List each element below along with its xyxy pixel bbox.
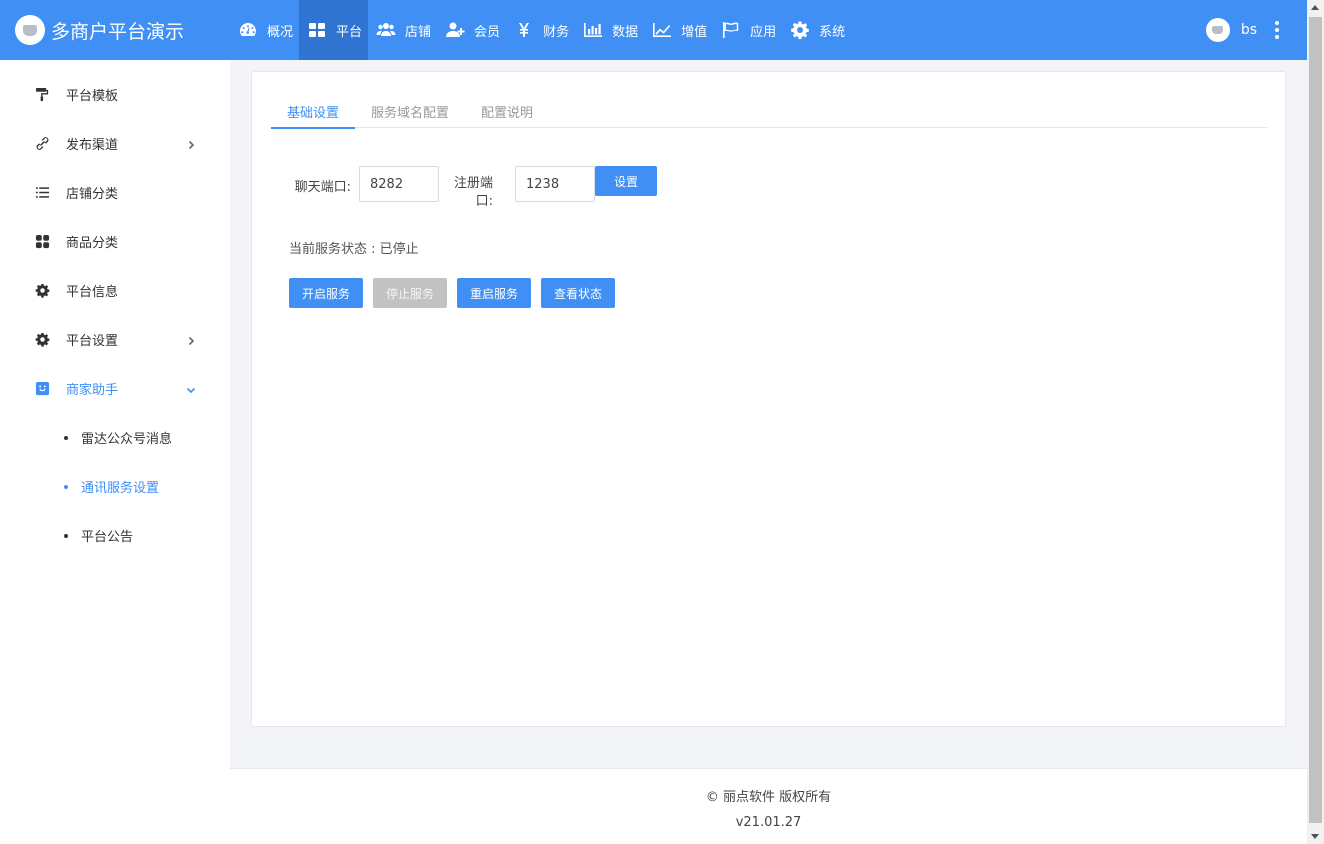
sidebar-item-merchant-assistant[interactable]: 商家助手: [0, 364, 230, 413]
service-status-text: 当前服务状态 : 已停止: [289, 242, 419, 257]
service-buttons: 开启服务 停止服务 重启服务 查看状态: [289, 278, 615, 308]
user-plus-icon: [445, 20, 465, 40]
start-service-button[interactable]: 开启服务: [289, 278, 363, 308]
topnav-item-finance[interactable]: 财务: [506, 0, 575, 60]
tab-bar: 基础设置 服务域名配置 配置说明: [271, 94, 1267, 129]
topnav-item-system[interactable]: 系统: [782, 0, 851, 60]
sidebar-item-platform-template[interactable]: 平台模板: [0, 70, 230, 119]
apps-icon: [34, 234, 50, 250]
users-icon: [376, 20, 396, 40]
scrollbar-thumb[interactable]: [1309, 17, 1322, 823]
topnav-item-shop[interactable]: 店铺: [368, 0, 437, 60]
sidebar-item-platform-settings[interactable]: 平台设置: [0, 315, 230, 364]
dashboard-icon: [238, 20, 258, 40]
topnav-label: 店铺: [405, 24, 432, 40]
top-nav: 概况 平台 店铺 会员 财务 数据 增值 应用 系统: [230, 0, 851, 60]
content-card: 基础设置 服务域名配置 配置说明 聊天端口: 注册端口: 设置 当前服务状态 :…: [251, 71, 1286, 727]
link-icon: [34, 136, 50, 152]
check-status-button[interactable]: 查看状态: [541, 278, 615, 308]
topnav-label: 增值: [681, 24, 708, 40]
chevron-right-icon: [186, 139, 196, 149]
sidebar-item-label: 店铺分类: [66, 187, 119, 202]
tab-config-instructions[interactable]: 配置说明: [465, 94, 549, 128]
grid-icon: [307, 20, 327, 40]
sidebar: 平台模板 发布渠道 店铺分类 商品分类 平台信息 平台设置 商家助手 雷达公众号…: [0, 60, 230, 844]
sidebar-item-label: 平台模板: [66, 89, 119, 104]
version-text: v21.01.27: [735, 815, 802, 830]
topnav-label: 会员: [474, 24, 501, 40]
chat-port-label: 聊天端口:: [294, 180, 351, 195]
sidebar-item-publish-channel[interactable]: 发布渠道: [0, 119, 230, 168]
topnav-item-apps[interactable]: 应用: [713, 0, 782, 60]
port-form: 聊天端口: 注册端口: 设置: [289, 166, 657, 211]
tab-basic-settings[interactable]: 基础设置: [271, 94, 356, 129]
tab-service-domain[interactable]: 服务域名配置: [355, 94, 465, 128]
bullet-dot: [64, 435, 68, 440]
sidebar-item-label: 发布渠道: [66, 138, 119, 153]
brand[interactable]: 多商户平台演示: [0, 0, 230, 60]
sidebar-subitem-communication-settings[interactable]: 通讯服务设置: [0, 462, 230, 511]
yen-icon: [514, 20, 534, 40]
sidebar-subitem-label: 通讯服务设置: [81, 481, 160, 496]
register-port-input[interactable]: [515, 166, 595, 202]
chevron-down-icon: [186, 384, 196, 394]
stop-service-button[interactable]: 停止服务: [373, 278, 447, 308]
sidebar-subitem-platform-announcement[interactable]: 平台公告: [0, 511, 230, 560]
chat-port-input[interactable]: [359, 166, 439, 202]
user-name[interactable]: bs: [1241, 22, 1257, 38]
scroll-down-icon[interactable]: [1311, 834, 1319, 839]
topnav-label: 概况: [267, 24, 294, 40]
paint-roller-icon: [34, 87, 50, 103]
sidebar-item-label: 平台信息: [66, 285, 119, 300]
topnav-item-platform[interactable]: 平台: [299, 0, 369, 60]
bar-chart-icon: [583, 20, 603, 40]
smile-icon: [34, 381, 50, 397]
topnav-label: 财务: [543, 24, 570, 40]
chevron-right-icon: [186, 335, 196, 345]
sidebar-item-shop-category[interactable]: 店铺分类: [0, 168, 230, 217]
list-icon: [34, 185, 50, 201]
more-menu-icon[interactable]: [1271, 19, 1283, 41]
footer: © 丽点软件 版权所有 v21.01.27: [230, 768, 1307, 844]
topnav-label: 数据: [612, 24, 639, 40]
register-port-label: 注册端口:: [453, 176, 493, 209]
sidebar-item-label: 平台设置: [66, 334, 119, 349]
bullet-dot: [64, 484, 68, 489]
topnav-item-value-added[interactable]: 增值: [644, 0, 713, 60]
vertical-scrollbar[interactable]: [1307, 0, 1324, 844]
user-area: bs: [1205, 18, 1307, 42]
gear-icon: [790, 20, 810, 40]
gear-icon: [34, 283, 50, 299]
brand-logo: [15, 15, 45, 45]
bullet-dot: [64, 533, 68, 538]
set-button[interactable]: 设置: [595, 166, 657, 196]
avatar[interactable]: [1205, 18, 1230, 42]
copyright-text: © 丽点软件 版权所有: [705, 790, 832, 805]
sidebar-item-platform-info[interactable]: 平台信息: [0, 266, 230, 315]
gear-icon: [34, 332, 50, 348]
restart-service-button[interactable]: 重启服务: [457, 278, 531, 308]
sidebar-subitem-label: 雷达公众号消息: [81, 432, 173, 447]
flag-icon: [721, 20, 741, 40]
sidebar-item-goods-category[interactable]: 商品分类: [0, 217, 230, 266]
sidebar-item-label: 商品分类: [66, 236, 119, 251]
sidebar-item-label: 商家助手: [66, 383, 119, 398]
topnav-label: 应用: [750, 24, 777, 40]
topnav-item-member[interactable]: 会员: [437, 0, 506, 60]
topnav-item-data[interactable]: 数据: [575, 0, 644, 60]
topnav-label: 系统: [819, 24, 846, 40]
topnav-item-overview[interactable]: 概况: [230, 0, 299, 60]
line-chart-icon: [652, 20, 672, 40]
sidebar-subitem-radar-messages[interactable]: 雷达公众号消息: [0, 413, 230, 462]
topnav-label: 平台: [336, 24, 363, 40]
scroll-up-icon[interactable]: [1311, 5, 1319, 10]
sidebar-subitem-label: 平台公告: [81, 530, 134, 545]
brand-title: 多商户平台演示: [51, 20, 185, 43]
top-navbar: 多商户平台演示 概况 平台 店铺 会员 财务 数据 增值 应用 系统 bs: [0, 0, 1307, 60]
